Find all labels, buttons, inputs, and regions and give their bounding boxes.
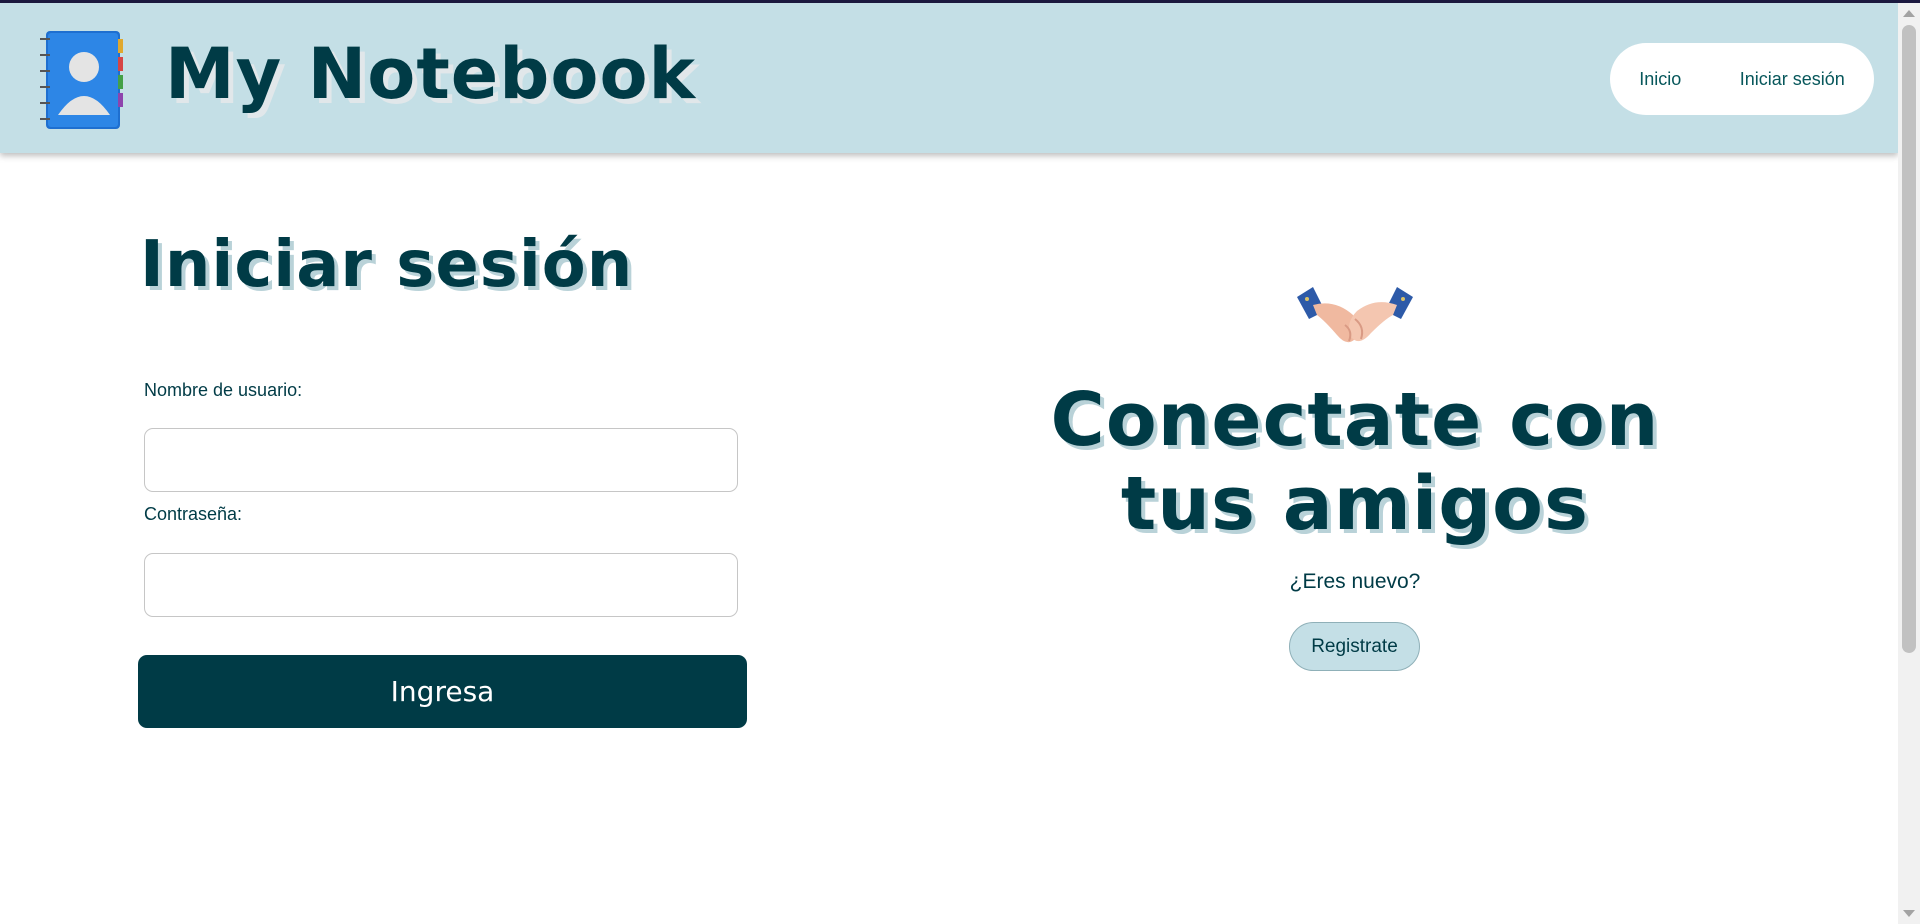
password-input[interactable] [144,553,738,617]
brand-title: My Notebook [165,33,697,115]
login-title: Iniciar sesión [140,228,634,302]
nav-link-inicio[interactable]: Inicio [1639,69,1681,90]
password-label: Contraseña: [144,504,243,524]
scroll-up-icon[interactable] [1903,10,1915,17]
nav-link-iniciar-sesion[interactable]: Iniciar sesión [1740,69,1845,90]
scroll-down-icon[interactable] [1903,910,1915,917]
login-submit-button[interactable]: Ingresa [138,655,747,728]
username-label: Nombre de usuario: [144,380,303,400]
scroll-thumb[interactable] [1902,25,1916,653]
main-nav: Inicio Iniciar sesión [1610,43,1874,115]
page-scrollbar[interactable] [1898,3,1920,924]
username-input[interactable] [144,428,738,492]
site-header: My Notebook Inicio Iniciar sesión [0,3,1898,153]
new-user-question: ¿Eres nuevo? [1289,570,1421,593]
handshake-icon [1297,287,1413,343]
promo-title: Conectate con tus amigos [1050,377,1660,547]
notebook-contact-icon [40,31,123,129]
register-button[interactable]: Registrate [1289,622,1420,671]
